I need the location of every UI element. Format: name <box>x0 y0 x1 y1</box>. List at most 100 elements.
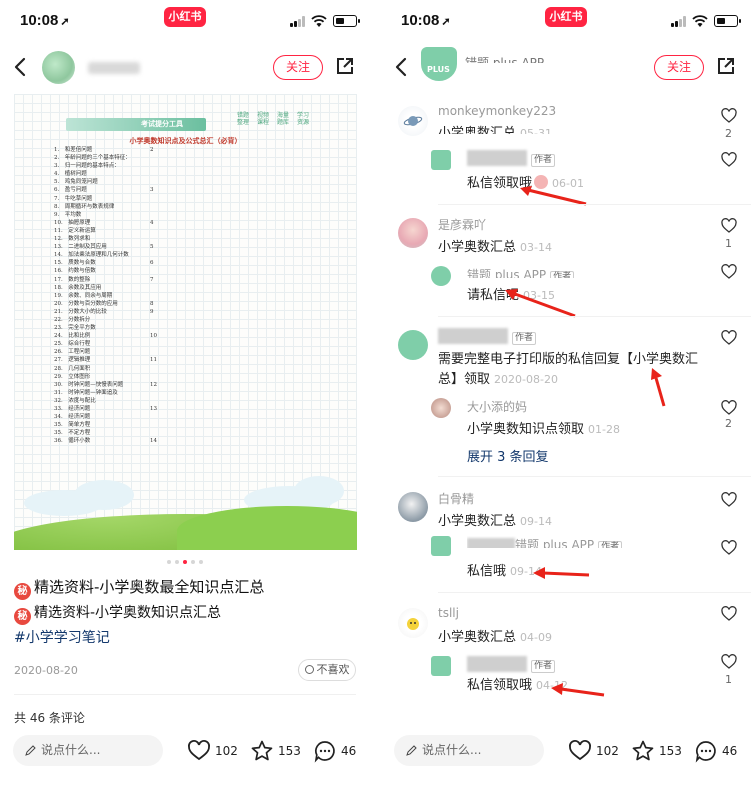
author-tag: 作者 <box>512 331 537 345</box>
toc-row-title: 1. 和差倍问题 <box>54 147 93 153</box>
toc-row-page: 11 <box>150 357 157 364</box>
comment-username[interactable]: tsllj <box>438 606 459 620</box>
comment-like-icon[interactable] <box>721 492 737 507</box>
doc-tag: 视频课程 <box>256 112 269 126</box>
toc-row: 26. 工程问题 <box>54 348 214 356</box>
post-image[interactable]: 考试提分工具 错题整理 视频课程 海量题库 学习资源 小学奥数知识点及公式总汇（… <box>14 94 357 550</box>
pen-icon <box>25 745 36 756</box>
author-avatar[interactable]: PLUS <box>421 47 457 81</box>
author-tag: 作者 <box>598 541 623 548</box>
like-count: 102 <box>215 744 238 758</box>
toc-row-title: 9. 平均数 <box>54 211 82 218</box>
doc-tag: 学习资源 <box>296 112 309 126</box>
toc-row-title: 8. 周期循环与数表规律 <box>54 203 115 210</box>
user-avatar[interactable] <box>431 266 451 286</box>
toc-row-title: 14. 加法乘法原理和几何计数 <box>54 252 129 259</box>
doc-tag: 错题整理 <box>236 112 249 126</box>
comment-count-bar: 46 <box>341 744 357 758</box>
author-name[interactable]: 错题 plus APP <box>465 54 544 63</box>
comment-input[interactable]: 说点什么... <box>394 735 544 766</box>
comment-username[interactable]: monkeymonkey223 <box>438 104 556 118</box>
comment-button[interactable]: 46 <box>694 738 737 764</box>
author-name-blurred[interactable] <box>88 62 140 74</box>
toc-row: 25. 综合行程 <box>54 340 214 348</box>
toc-row-page: 12 <box>150 381 157 388</box>
user-avatar[interactable] <box>431 398 451 418</box>
app-badge[interactable]: 小红书 <box>164 7 206 27</box>
user-avatar[interactable] <box>398 106 428 136</box>
toc-row: 13. 二进制及其应用 5 <box>54 243 214 251</box>
like-button[interactable]: 102 <box>187 738 238 764</box>
toc-row-title: 16. 约数与倍数 <box>54 268 96 275</box>
toc-row-title: 27. 逻辑推理 <box>54 357 91 364</box>
collect-button[interactable]: 153 <box>631 738 682 764</box>
user-avatar[interactable] <box>398 492 428 522</box>
user-avatar[interactable] <box>431 656 451 676</box>
toc-row: 12. 数列求和 <box>54 235 214 243</box>
user-avatar[interactable] <box>431 150 451 170</box>
toc-row: 36. 循环小数 14 <box>54 437 214 445</box>
reply-username[interactable]: 错题 plus APP 作者 <box>467 266 575 278</box>
app-badge[interactable]: 小红书 <box>545 7 587 27</box>
toc-row-title: 4. 植树问题 <box>54 171 87 178</box>
comment-text: 小学奥数汇总 09-14 <box>438 514 552 529</box>
comment-like-icon[interactable] <box>721 540 737 555</box>
comment-username[interactable]: 白骨精 <box>438 490 474 507</box>
share-icon[interactable] <box>716 56 736 76</box>
toc-row: 2. 年龄问题的三个基本特征： <box>54 154 214 162</box>
toc-row: 29. 立体图形 <box>54 373 214 381</box>
toc-row-title: 11. 定义新运算 <box>54 227 96 234</box>
toc-row-page: 9 <box>150 308 154 315</box>
reply-username[interactable]: 大小添的妈 <box>467 398 527 415</box>
comment-username[interactable]: 作者 <box>438 328 537 345</box>
comment-text: 小学奥数汇总 03-14 <box>438 240 552 255</box>
reply-username[interactable]: 错题 plus APP 作者 <box>467 536 623 548</box>
user-avatar[interactable] <box>398 330 428 360</box>
user-avatar[interactable] <box>398 218 428 248</box>
like-button[interactable]: 102 <box>568 738 619 764</box>
comment-like-icon[interactable] <box>721 264 737 279</box>
comment-like-icon[interactable] <box>721 400 737 415</box>
carousel-dots[interactable] <box>0 560 370 566</box>
author-avatar[interactable] <box>42 51 75 84</box>
comment-like-icon[interactable] <box>721 606 737 621</box>
reply-username[interactable]: 作者 <box>467 656 556 673</box>
toc-row-title: 26. 工程问题 <box>54 349 91 356</box>
dislike-button[interactable]: 不喜欢 <box>298 659 356 681</box>
toc-row-page: 8 <box>150 300 154 307</box>
follow-button[interactable]: 关注 <box>654 55 704 80</box>
back-arrow-icon[interactable] <box>393 56 411 78</box>
comment-text-cont: 总】领取 2020-08-20 <box>438 372 558 387</box>
expand-replies-link[interactable]: 展开 3 条回复 <box>467 446 549 465</box>
secret-icon: 秘 <box>14 583 31 600</box>
toc-row-title: 32. 浓度与配比 <box>54 397 96 404</box>
comment-like-icon[interactable] <box>721 218 737 233</box>
comment-button[interactable]: 46 <box>313 738 356 764</box>
pen-icon <box>406 745 417 756</box>
comment-like-icon[interactable] <box>721 654 737 669</box>
collect-button[interactable]: 153 <box>250 738 301 764</box>
toc-row: 34. 经济问题 <box>54 413 214 421</box>
comment-like-icon[interactable] <box>721 330 737 345</box>
toc-row-page: 5 <box>150 244 154 251</box>
back-arrow-icon[interactable] <box>12 56 30 78</box>
comment-username[interactable]: 是彦霖吖 <box>438 216 486 233</box>
user-avatar[interactable] <box>431 536 451 556</box>
share-icon[interactable] <box>335 56 355 76</box>
comments-screen: 10:08 ➚ 小红书 PLUS 错题 plus APP 关注 monkeymon… <box>381 0 751 787</box>
chat-bubble-icon <box>695 741 716 763</box>
chat-bubble-icon <box>314 741 335 763</box>
toc-row-page: 7 <box>150 276 154 283</box>
reply-username[interactable]: 作者 <box>467 150 556 167</box>
comment-input[interactable]: 说点什么... <box>13 735 163 766</box>
post-hashtag[interactable]: #小学学习笔记 <box>14 627 110 647</box>
wifi-icon <box>311 15 327 27</box>
toc-row: 1. 和差倍问题 2 <box>54 146 214 154</box>
toc-row: 5. 鸡兔同笼问题 <box>54 178 214 186</box>
comment-like-icon[interactable] <box>721 108 737 123</box>
user-avatar[interactable] <box>398 608 428 638</box>
toc-row: 17. 数的整除 7 <box>54 276 214 284</box>
toc-row-page: 10 <box>150 333 157 340</box>
comment-like-icon[interactable] <box>721 152 737 167</box>
follow-button[interactable]: 关注 <box>273 55 323 80</box>
